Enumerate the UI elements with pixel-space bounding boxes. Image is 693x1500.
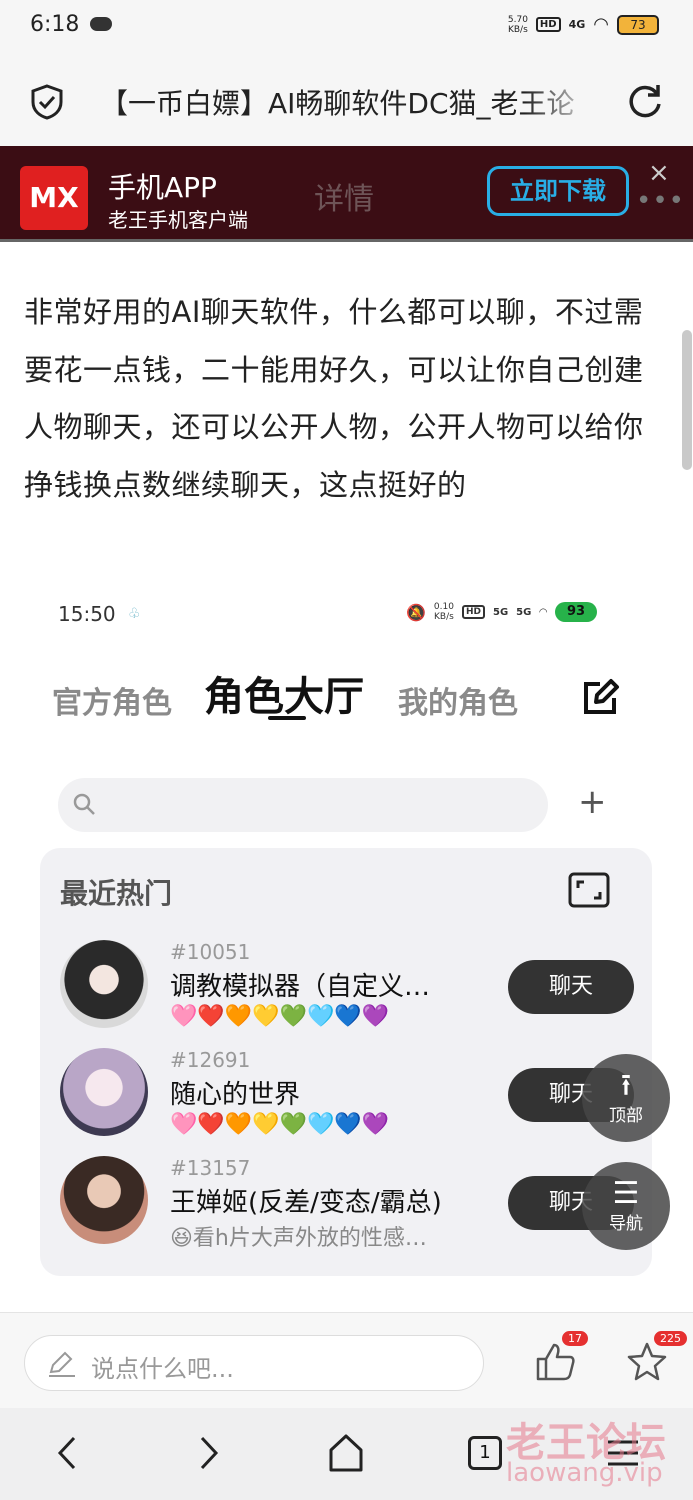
comment-bar: 说点什么吧... 17 225 (0, 1312, 693, 1408)
comment-placeholder: 说点什么吧... (91, 1355, 234, 1383)
like-count: 17 (562, 1331, 588, 1346)
banner-title: 手机APP (108, 171, 217, 204)
back-icon[interactable] (46, 1430, 92, 1476)
chat-button[interactable]: 聊天 (508, 960, 634, 1014)
tab-role-hall[interactable]: 角色大厅 (204, 664, 364, 722)
add-icon[interactable]: + (578, 782, 607, 822)
favorite-button[interactable]: 225 (626, 1331, 687, 1389)
tab-official-roles[interactable]: 官方角色 (52, 678, 172, 722)
inner-battery-icon: 93 (555, 602, 598, 622)
inner-status-time: 15:50 (58, 602, 116, 626)
hot-roles-card: 最近热门 #10051 调教模拟器（自定义… 🩷❤️🧡💛💚🩵💙💜 聊天 #126… (40, 848, 652, 1276)
avatar (60, 1156, 148, 1244)
status-icons: 5.70 KB/s HD 4G ◠ 73 (508, 14, 659, 35)
inner-wifi-icon: ◠ (539, 606, 548, 618)
close-icon[interactable]: × (648, 158, 670, 188)
tab-my-roles[interactable]: 我的角色 (398, 678, 518, 722)
role-tabs: 官方角色 角色大厅 我的角色 (52, 664, 652, 724)
banner-detail[interactable]: 详情 (314, 174, 374, 218)
home-icon[interactable] (323, 1430, 369, 1476)
embedded-screenshot: 15:50 ♧ 🔕 0.10 KB/s HD 5G 5G ◠ 93 官方角色 角… (36, 590, 666, 1290)
role-name: 随心的世界 (170, 1080, 301, 1110)
role-id: #10051 (170, 940, 251, 964)
favorite-count: 225 (654, 1331, 687, 1346)
signal-icon: 4G (568, 18, 586, 31)
edit-icon[interactable] (580, 678, 620, 718)
tabs-button[interactable]: 1 (462, 1430, 508, 1476)
menu-icon: ☰ (612, 1176, 640, 1211)
tabs-count: 1 (468, 1436, 502, 1470)
forward-icon[interactable] (184, 1430, 230, 1476)
thumbs-up-icon (536, 1343, 575, 1381)
role-desc: 😆看h片大声外放的性感… (170, 1226, 427, 1251)
star-icon (627, 1342, 667, 1381)
role-name: 王婵姬(反差/变态/霸总) (170, 1188, 442, 1218)
mx-logo: MX (20, 166, 88, 230)
list-item[interactable]: #13157 王婵姬(反差/变态/霸总) 😆看h片大声外放的性感… 聊天 (40, 1156, 652, 1264)
back-to-top-button[interactable]: ⭱ 顶部 (582, 1054, 670, 1142)
expand-icon[interactable] (568, 872, 610, 908)
download-button[interactable]: 立即下载 (487, 166, 629, 216)
page-title[interactable]: 【一币白嫖】AI畅聊软件DC猫_老王论 (100, 82, 600, 122)
watermark-url: laowang.vip (506, 1458, 663, 1488)
avatar (60, 1048, 148, 1136)
net-speed: 5.70 KB/s (508, 15, 528, 35)
role-desc: 🩷❤️🧡💛💚🩵💙💜 (170, 1112, 390, 1137)
scrollbar[interactable] (682, 330, 692, 470)
mute-bell-icon: 🔕 (406, 602, 426, 622)
inner-signal-icon-1: 5G (492, 606, 509, 618)
inner-signal-icon-2: 5G (516, 606, 532, 618)
back-to-top-label: 顶部 (609, 1106, 643, 1126)
navigation-label: 导航 (609, 1214, 643, 1234)
shield-check-icon[interactable] (30, 84, 64, 120)
role-id: #12691 (170, 1048, 251, 1072)
status-bar: 6:18 5.70 KB/s HD 4G ◠ 73 (0, 0, 693, 56)
address-bar: 【一币白嫖】AI畅聊软件DC猫_老王论 (0, 56, 693, 146)
role-desc: 🩷❤️🧡💛💚🩵💙💜 (170, 1004, 390, 1029)
more-icon[interactable]: ••• (636, 186, 685, 216)
role-search-input[interactable] (58, 778, 548, 832)
navigation-button[interactable]: ☰ 导航 (582, 1162, 670, 1250)
list-item[interactable]: #12691 随心的世界 🩷❤️🧡💛💚🩵💙💜 聊天 (40, 1048, 652, 1156)
inner-status-icon: ♧ (128, 606, 141, 622)
hd-icon: HD (535, 17, 561, 32)
status-time: 6:18 (30, 12, 80, 37)
battery-icon: 73 (617, 14, 659, 35)
role-name: 调教模拟器（自定义… (170, 972, 431, 1002)
section-title: 最近热门 (60, 877, 173, 910)
cloud-icon (90, 17, 112, 31)
article-text: 非常好用的AI聊天软件，什么都可以聊，不过需要花一点钱，二十能用好久，可以让你自… (24, 295, 644, 502)
inner-hd-icon: HD (461, 605, 485, 619)
like-button[interactable]: 17 (534, 1331, 588, 1389)
active-tab-indicator (268, 716, 306, 720)
arrow-up-icon: ⭱ (620, 1068, 632, 1103)
wifi-icon: ◠ (593, 14, 609, 35)
inner-net-speed: 0.10 KB/s (434, 602, 454, 622)
role-id: #13157 (170, 1156, 251, 1180)
net-speed-value: 5.70 (507, 14, 528, 25)
inner-speed-unit: KB/s (434, 612, 454, 622)
app-download-banner[interactable]: MX 手机APP 老王手机客户端 详情 立即下载 × ••• (0, 146, 693, 242)
comment-input[interactable]: 说点什么吧... (24, 1335, 484, 1391)
pencil-icon (49, 1351, 75, 1377)
net-speed-unit: KB/s (507, 24, 528, 35)
avatar (60, 940, 148, 1028)
banner-subtitle: 老王手机客户端 (108, 208, 248, 232)
list-item[interactable]: #10051 调教模拟器（自定义… 🩷❤️🧡💛💚🩵💙💜 聊天 (40, 940, 652, 1048)
reload-icon[interactable] (626, 82, 664, 120)
inner-speed-value: 0.10 (433, 602, 454, 612)
inner-status-icons: 🔕 0.10 KB/s HD 5G 5G ◠ 93 (406, 602, 598, 622)
search-icon (73, 793, 95, 815)
